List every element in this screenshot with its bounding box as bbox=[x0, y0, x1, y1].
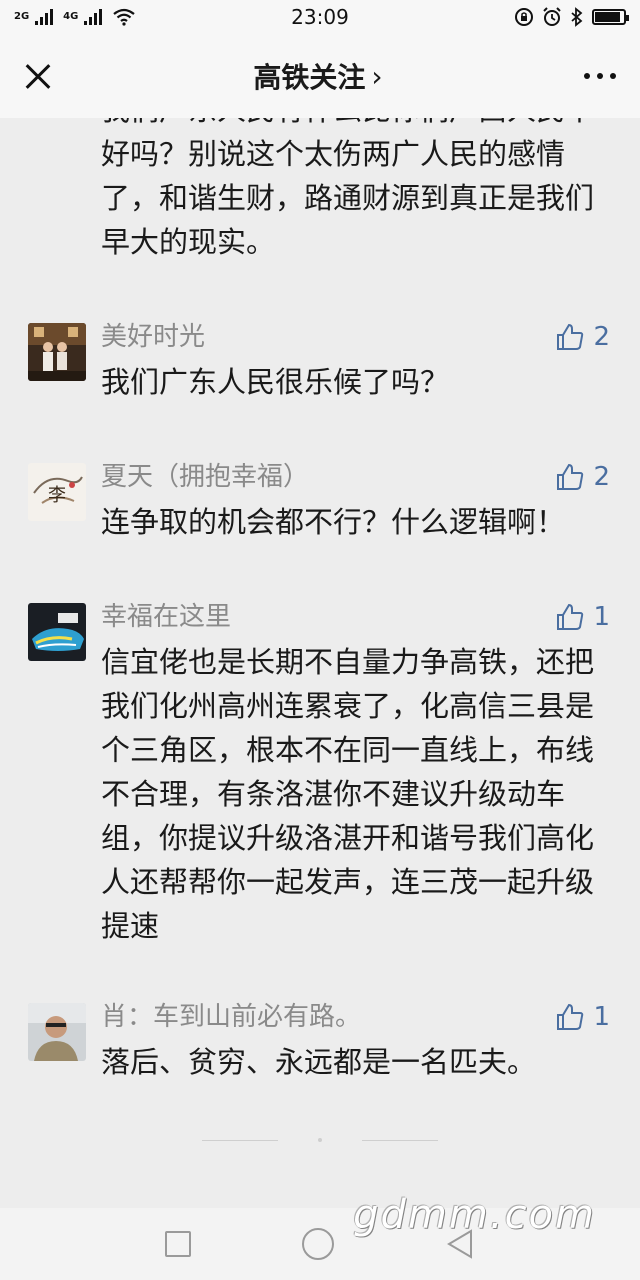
comment-author[interactable]: 夏天（拥抱幸福） bbox=[101, 460, 309, 494]
comment-author[interactable]: 肖：车到山前必有路。 bbox=[101, 1000, 361, 1034]
network-2g-label: 2G bbox=[14, 11, 30, 22]
status-bar: 2G 4G 23:09 bbox=[0, 0, 640, 34]
watermark-text: gdmm.com bbox=[353, 1192, 596, 1238]
thumbs-up-icon bbox=[557, 1003, 584, 1030]
chevron-right-icon: › bbox=[371, 59, 383, 93]
status-right bbox=[476, 7, 629, 27]
alarm-icon bbox=[543, 7, 561, 26]
recent-apps-button[interactable] bbox=[165, 1231, 192, 1257]
like-button[interactable]: 1 bbox=[555, 600, 610, 634]
page-title-text: 高铁关注 bbox=[253, 61, 366, 94]
like-count: 2 bbox=[593, 462, 610, 492]
like-button[interactable]: 2 bbox=[555, 320, 610, 354]
status-time: 23:09 bbox=[291, 5, 349, 29]
close-icon[interactable] bbox=[24, 62, 52, 90]
thumbs-up-icon bbox=[557, 323, 584, 350]
wifi-icon bbox=[113, 8, 136, 26]
svg-text:李: 李 bbox=[48, 485, 66, 506]
home-button[interactable] bbox=[301, 1228, 334, 1260]
avatar[interactable]: 李 bbox=[28, 463, 86, 521]
avatar[interactable] bbox=[28, 323, 86, 381]
like-count: 1 bbox=[593, 1002, 610, 1032]
bluetooth-icon bbox=[571, 7, 583, 27]
avatar[interactable] bbox=[28, 603, 86, 661]
like-count: 1 bbox=[593, 602, 610, 632]
thumbs-up-icon bbox=[557, 463, 584, 490]
avatar[interactable] bbox=[28, 1003, 86, 1061]
like-button[interactable]: 1 bbox=[555, 1000, 610, 1034]
network-4g-label: 4G bbox=[63, 11, 79, 22]
signal-icon-2 bbox=[84, 9, 103, 25]
like-count: 2 bbox=[593, 322, 610, 352]
battery-icon bbox=[591, 9, 629, 25]
rotation-lock-icon bbox=[514, 8, 533, 26]
comment-text: 我们广东人民很乐候了吗？ bbox=[101, 365, 450, 399]
comment-text: 落后、贫穷、永远都是一名匹夫。 bbox=[101, 1045, 537, 1079]
comment-author[interactable]: 美好时光 bbox=[101, 320, 205, 354]
more-dots-icon[interactable] bbox=[584, 73, 616, 79]
thumbs-up-icon bbox=[557, 603, 584, 630]
comment-author[interactable]: 幸福在这里 bbox=[101, 600, 231, 634]
like-button[interactable]: 2 bbox=[555, 460, 610, 494]
comment-text: 信宜佬也是长期不自量力争高铁，还把我们化州高州连累衰了，化高信三县是个三角区，根… bbox=[101, 645, 595, 943]
comments-list[interactable]: 我们广东人民有什么比你们广西人民不好吗？别说这个太伤两广人民的感情了，和谐生财，… bbox=[0, 118, 640, 1208]
comment-text: 连争取的机会都不行？什么逻辑啊！ bbox=[101, 505, 566, 539]
end-of-list-divider bbox=[0, 1138, 640, 1142]
signal-icon bbox=[35, 9, 54, 25]
status-left: 2G 4G bbox=[14, 8, 164, 26]
nav-bar: 高铁关注 › bbox=[0, 34, 640, 118]
page-title[interactable]: 高铁关注 › bbox=[253, 56, 382, 96]
previous-comment-text: 我们广东人民有什么比你们广西人民不好吗？别说这个太伤两广人民的感情了，和谐生财，… bbox=[101, 118, 595, 259]
